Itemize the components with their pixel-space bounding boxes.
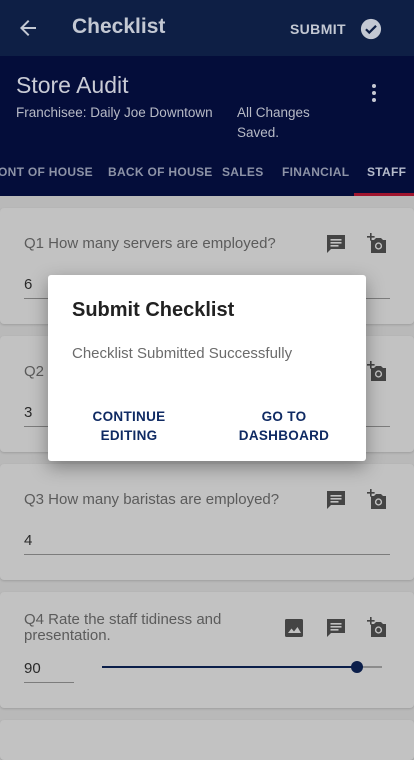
question-text: Q2 [24,363,45,380]
submit-button[interactable]: SUBMIT [290,18,382,40]
question-card [0,592,414,708]
comment-icon[interactable] [324,616,348,640]
checklist-title: Store Audit [16,72,129,98]
dialog-message: Checklist Submitted Successfully [72,345,293,362]
image-icon[interactable] [282,616,306,640]
answer-value[interactable]: 4 [24,532,32,549]
comment-icon[interactable] [324,232,348,256]
add-photo-icon[interactable] [366,232,390,256]
check-circle-icon [360,18,382,40]
save-status: All Changes Saved. [237,105,310,140]
question-text: Q4 Rate the staff tidiness and presentat… [24,611,222,644]
answer-value[interactable]: 6 [24,276,32,293]
continue-editing-button[interactable]: CONTINUE EDITING [82,407,176,445]
answer-value[interactable]: 90 [24,660,41,677]
question-text: Q3 How many baristas are employed? [24,491,280,508]
back-arrow-icon[interactable] [16,16,40,40]
tab-financial[interactable]: FINANCIAL [282,150,349,196]
answer-underline [24,554,390,555]
franchisee-label: Franchisee: Daily Joe Downtown [16,105,213,120]
go-to-dashboard-button[interactable]: GO TO DASHBOARD [234,407,334,445]
tab-staff[interactable]: STAFF [367,150,406,196]
tab-sales[interactable]: SALES [222,150,264,196]
add-photo-icon[interactable] [366,616,390,640]
answer-underline [24,682,74,683]
rating-slider-thumb[interactable] [350,661,363,673]
question-text: Q1 How many servers are employed? [24,235,276,252]
add-photo-icon[interactable] [366,360,390,384]
tab-back-of-house[interactable]: BACK OF HOUSE [108,150,213,196]
submit-dialog: Submit Checklist Checklist Submitted Suc… [48,275,366,461]
app-title: Checklist [72,15,166,38]
checklist-header: Store Audit Franchisee: Daily Joe Downto… [0,56,414,150]
rating-slider-fill [102,666,357,668]
comment-icon[interactable] [324,488,348,512]
app-bar: Checklist SUBMIT [0,0,414,56]
section-tabs: ONT OF HOUSE BACK OF HOUSE SALES FINANCI… [0,150,414,196]
more-vert-icon[interactable] [364,82,384,104]
question-card [0,464,414,580]
add-photo-icon[interactable] [366,488,390,512]
submit-label: SUBMIT [289,21,346,37]
question-card [0,720,414,760]
dialog-title: Submit Checklist [72,299,235,321]
tab-front-of-house[interactable]: ONT OF HOUSE [0,150,93,196]
answer-value[interactable]: 3 [24,404,32,421]
